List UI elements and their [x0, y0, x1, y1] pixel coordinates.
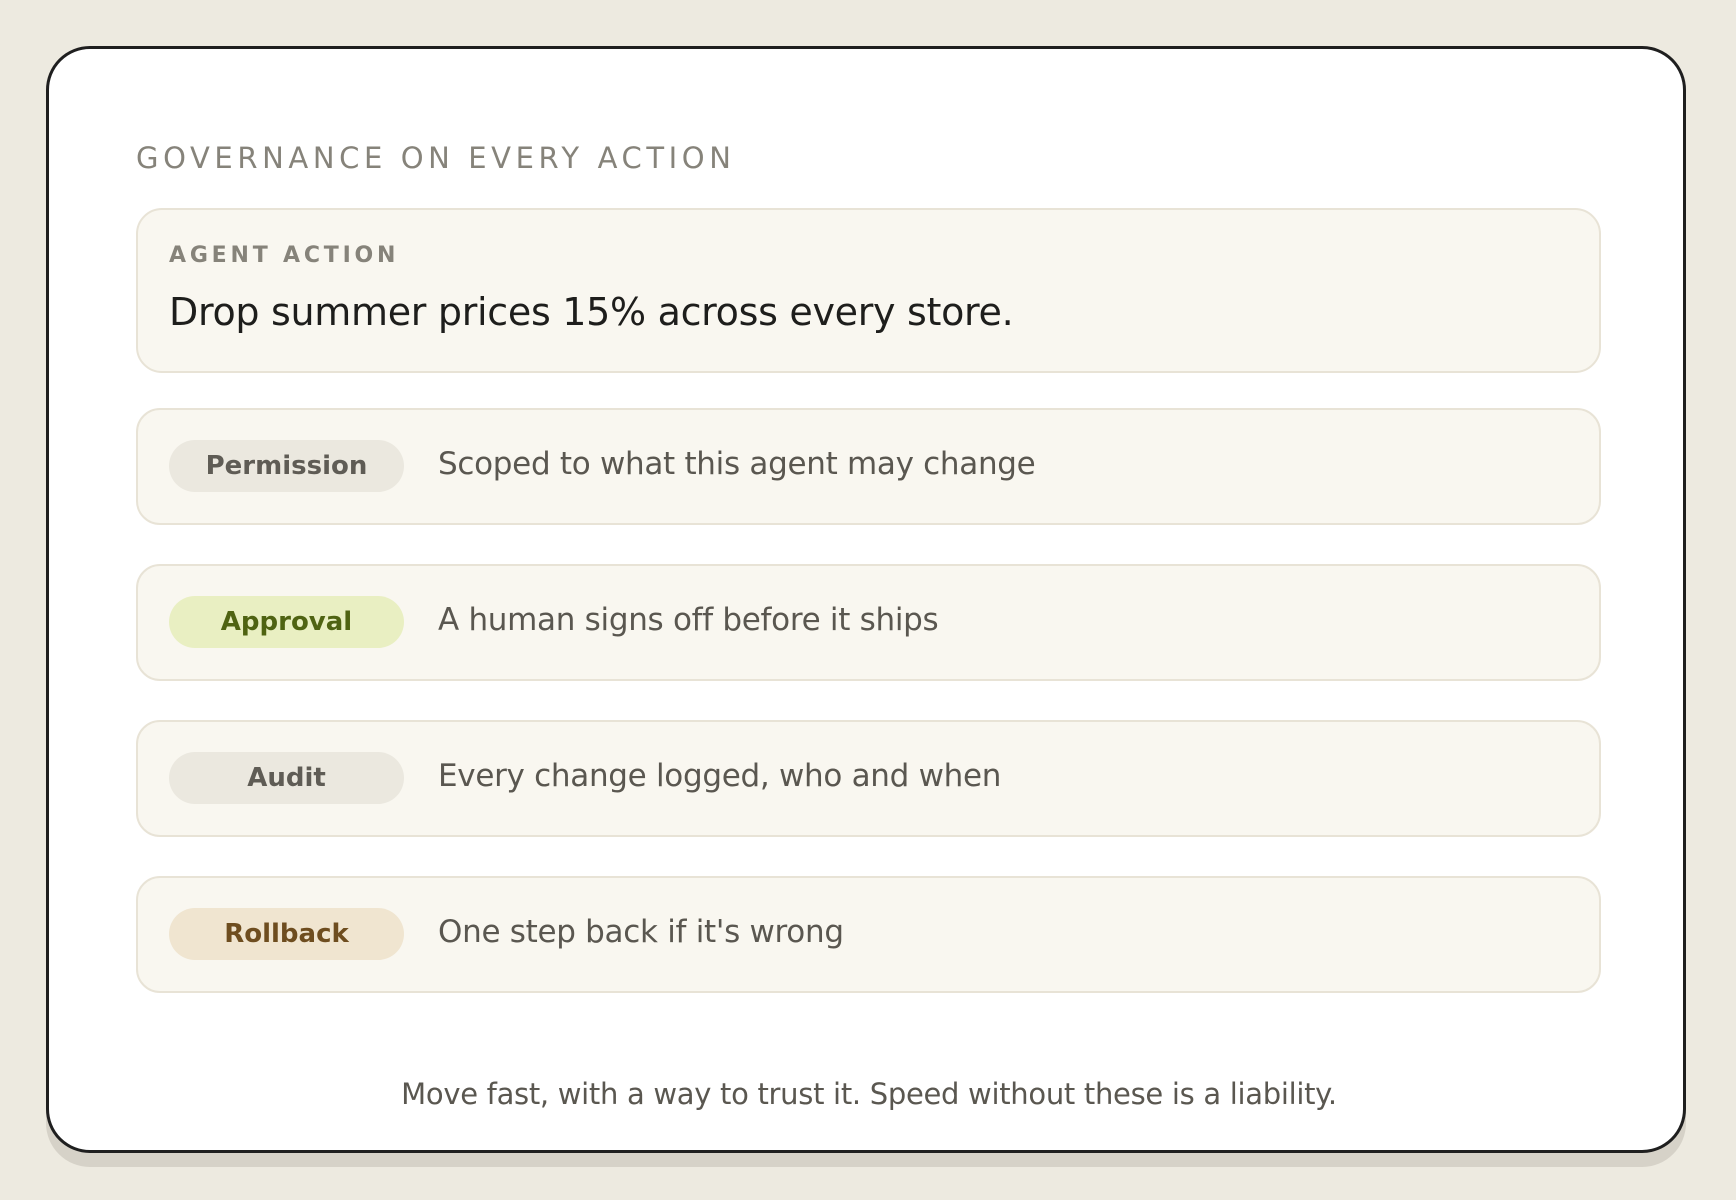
agent-action-label: AGENT ACTION: [169, 243, 400, 268]
permission-description: Scoped to what this agent may change: [438, 446, 1036, 482]
step-approval: Approval A human signs off before it shi…: [136, 564, 1601, 681]
section-eyebrow: GOVERNANCE ON EVERY ACTION: [136, 141, 736, 175]
step-audit: Audit Every change logged, who and when: [136, 720, 1601, 837]
permission-pill: Permission: [169, 440, 404, 492]
footer-tagline: Move fast, with a way to trust it. Speed…: [401, 1077, 1337, 1111]
audit-pill: Audit: [169, 752, 404, 804]
step-rollback: Rollback One step back if it's wrong: [136, 876, 1601, 993]
audit-description: Every change logged, who and when: [438, 758, 1002, 794]
step-permission: Permission Scoped to what this agent may…: [136, 408, 1601, 525]
agent-action-panel: AGENT ACTION Drop summer prices 15% acro…: [136, 208, 1601, 373]
rollback-description: One step back if it's wrong: [438, 914, 844, 950]
approval-pill: Approval: [169, 596, 404, 648]
rollback-pill: Rollback: [169, 908, 404, 960]
agent-action-text: Drop summer prices 15% across every stor…: [169, 290, 1014, 334]
approval-description: A human signs off before it ships: [438, 602, 939, 638]
governance-card: GOVERNANCE ON EVERY ACTION AGENT ACTION …: [46, 46, 1686, 1153]
